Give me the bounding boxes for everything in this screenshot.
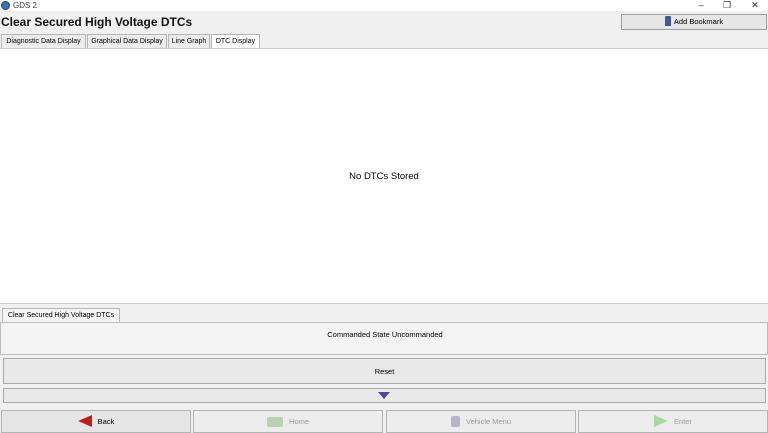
vehicle-menu-button[interactable]: Vehicle Menu [386, 410, 576, 433]
no-dtcs-message: No DTCs Stored [349, 171, 419, 182]
dtc-display-panel: No DTCs Stored [0, 48, 768, 304]
back-button[interactable]: Back [1, 410, 191, 433]
bookmark-icon [664, 16, 671, 26]
enter-arrow-icon [654, 415, 669, 427]
add-bookmark-label: Add Bookmark [673, 17, 724, 26]
enter-label: Enter [674, 417, 692, 426]
tab-line-graph[interactable]: Line Graph [168, 34, 210, 48]
tab-diagnostic-data-display[interactable]: Diagnostic Data Display [1, 34, 86, 48]
tab-dtc-display[interactable]: DTC Display [211, 34, 260, 49]
gds-logo-icon [1, 1, 10, 10]
enter-button[interactable]: Enter [578, 410, 768, 433]
add-bookmark-button[interactable]: Add Bookmark [621, 14, 767, 30]
window-title-bar [0, 0, 768, 11]
minimize-icon[interactable]: – [690, 0, 712, 11]
back-arrow-icon [77, 415, 92, 427]
expand-bar[interactable] [3, 388, 766, 403]
commanded-state-text: Commanded State Uncommanded [327, 330, 443, 339]
restore-icon[interactable]: ❐ [716, 0, 738, 11]
window-title: GDS 2 [13, 1, 38, 10]
home-label: Home [288, 417, 309, 426]
home-icon [266, 417, 283, 427]
close-icon[interactable]: ✕ [744, 0, 766, 11]
reset-button[interactable]: Reset [3, 358, 766, 384]
commanded-state-panel: Commanded State Uncommanded [0, 322, 768, 355]
chevron-down-icon [378, 392, 390, 399]
page-title: Clear Secured High Voltage DTCs [1, 15, 193, 29]
home-button[interactable]: Home [193, 410, 383, 433]
vehicle-menu-label: Vehicle Menu [465, 417, 512, 426]
tab-clear-secured-hv-dtcs[interactable]: Clear Secured High Voltage DTCs [2, 308, 120, 322]
back-label: Back [97, 417, 115, 426]
tab-graphical-data-display[interactable]: Graphical Data Display [87, 34, 167, 48]
vehicle-menu-icon [450, 416, 460, 427]
